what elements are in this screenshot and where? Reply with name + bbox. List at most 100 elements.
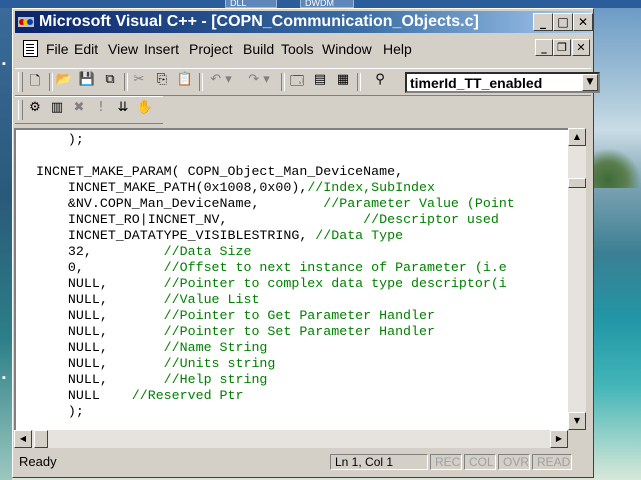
code-line[interactable]: 32, //Data Size: [36, 244, 515, 260]
code-line[interactable]: &NV.COPN_Man_DeviceName, //Parameter Val…: [36, 196, 515, 212]
copy-button[interactable]: ⎘: [151, 72, 173, 94]
desktop-window-tab-dwdm[interactable]: DWDM: [300, 0, 354, 8]
desktop-wallpaper-right: [594, 8, 641, 480]
vertical-scroll-thumb[interactable]: [568, 178, 586, 188]
cursor-position: Ln 1, Col 1: [330, 454, 428, 470]
code-comment: //Descriptor used: [363, 212, 499, 227]
title-bar[interactable]: Microsoft Visual C++ - [COPN_Communicati…: [15, 11, 593, 33]
code-text: INCNET_MAKE_PATH(0x1008,0x00),: [36, 180, 308, 195]
code-line[interactable]: NULL, //Name String: [36, 340, 515, 356]
menu-tools[interactable]: Tools: [281, 41, 314, 57]
stop-build-button[interactable]: ✖: [68, 100, 90, 122]
menu-build[interactable]: Build: [243, 41, 274, 57]
code-text: );: [36, 132, 84, 147]
status-message: Ready: [19, 454, 57, 469]
horizontal-scrollbar[interactable]: ◀ ▶: [14, 430, 568, 448]
toolbar-grip[interactable]: [18, 100, 23, 120]
save-all-icon: ⧉: [105, 72, 115, 87]
output-window-icon: ▤: [313, 72, 327, 87]
save-all-button[interactable]: ⧉: [99, 72, 121, 94]
execute-button[interactable]: !: [90, 100, 112, 122]
combo-value: timerId_TT_enabled: [410, 75, 543, 91]
menu-view[interactable]: View: [108, 41, 138, 57]
code-text: NULL,: [36, 372, 164, 387]
doc-restore-button[interactable]: ❐: [553, 39, 571, 56]
code-line[interactable]: INCNET_DATATYPE_VISIBLESTRING, //Data Ty…: [36, 228, 515, 244]
code-comment: //Pointer to Get Parameter Handler: [163, 308, 435, 323]
scroll-right-button[interactable]: ▶: [550, 430, 568, 448]
code-comment: //Data Size: [163, 244, 252, 259]
undo-button[interactable]: ↶ ▾: [203, 72, 239, 94]
cut-button[interactable]: ✂: [128, 72, 150, 94]
maximize-icon: □: [557, 15, 569, 29]
code-line[interactable]: NULL, //Value List: [36, 292, 515, 308]
code-line[interactable]: INCNET_RO|INCNET_NV, //Descriptor used: [36, 212, 515, 228]
code-line[interactable]: [36, 148, 515, 164]
scroll-up-button[interactable]: ▲: [568, 128, 586, 146]
code-line[interactable]: NULL, //Pointer to Set Parameter Handler: [36, 324, 515, 340]
find-in-files-button[interactable]: ⚲: [369, 72, 391, 94]
window-list-button[interactable]: ▦: [332, 72, 354, 94]
new-text-file-button[interactable]: 🗋: [24, 72, 46, 94]
minimize-button[interactable]: _: [533, 13, 553, 31]
code-line[interactable]: 0, //Offset to next instance of Paramete…: [36, 260, 515, 276]
scroll-down-button[interactable]: ▼: [568, 412, 586, 430]
vertical-scrollbar[interactable]: ▲ ▼: [568, 128, 586, 430]
workspace-button[interactable]: 🗔: [286, 72, 308, 94]
build-button[interactable]: ▥: [46, 100, 68, 122]
code-line[interactable]: INCNET_MAKE_PARAM( COPN_Object_Man_Devic…: [36, 164, 515, 180]
toolbar-grip[interactable]: [18, 72, 23, 92]
doc-minimize-button[interactable]: _: [535, 39, 553, 56]
go-icon: ⇊: [117, 100, 129, 115]
class-member-combo[interactable]: timerId_TT_enabled ▼: [405, 72, 600, 93]
code-line[interactable]: );: [36, 404, 515, 420]
breakpoint-button[interactable]: ✋: [134, 100, 156, 122]
doc-close-button[interactable]: ✕: [572, 39, 590, 56]
source-code[interactable]: ); INCNET_MAKE_PARAM( COPN_Object_Man_De…: [36, 132, 515, 420]
desktop-icon-fragment[interactable]: ▪: [2, 58, 6, 70]
menu-edit[interactable]: Edit: [74, 41, 98, 57]
arrow-down-icon: ▼: [573, 416, 581, 425]
combo-dropdown-button[interactable]: ▼: [582, 74, 598, 91]
standard-toolbar: 🗋 📂 💾 ⧉ ✂ ⎘ 📋 ↶ ▾ ↷ ▾ 🗔 ▤ ▦ ⚲ timerId_TT…: [15, 68, 600, 96]
menu-project[interactable]: Project: [189, 41, 233, 57]
indicator-rec: REC: [430, 454, 462, 470]
menu-window[interactable]: Window: [322, 41, 372, 57]
desktop-window-tab-dll[interactable]: DLL: [225, 0, 277, 8]
menu-file[interactable]: File: [46, 41, 69, 57]
open-button[interactable]: 📂: [53, 72, 75, 94]
code-comment: //Pointer to Set Parameter Handler: [163, 324, 435, 339]
code-line[interactable]: INCNET_MAKE_PATH(0x1008,0x00),//Index,Su…: [36, 180, 515, 196]
open-folder-icon: 📂: [55, 72, 73, 87]
code-comment: //Parameter Value (Point: [323, 196, 515, 211]
redo-button[interactable]: ↷ ▾: [241, 72, 277, 94]
code-line[interactable]: NULL, //Pointer to complex data type des…: [36, 276, 515, 292]
horizontal-scroll-thumb[interactable]: [34, 430, 48, 448]
code-text: INCNET_RO|INCNET_NV,: [36, 212, 364, 227]
close-button[interactable]: ✕: [573, 13, 593, 31]
new-file-icon: 🗋: [29, 74, 41, 89]
build-icon: ▥: [50, 100, 64, 115]
code-line[interactable]: NULL, //Help string: [36, 372, 515, 388]
code-editor[interactable]: ); INCNET_MAKE_PARAM( COPN_Object_Man_De…: [14, 128, 568, 430]
paste-button[interactable]: 📋: [174, 72, 196, 94]
code-line[interactable]: NULL, //Units string: [36, 356, 515, 372]
document-icon[interactable]: [23, 40, 38, 57]
maximize-button[interactable]: □: [553, 13, 573, 31]
compile-button[interactable]: ⚙: [24, 100, 46, 122]
code-line[interactable]: NULL //Reserved Ptr: [36, 388, 515, 404]
code-line[interactable]: );: [36, 132, 515, 148]
code-line[interactable]: NULL, //Pointer to Get Parameter Handler: [36, 308, 515, 324]
code-comment: //Reserved Ptr: [131, 388, 244, 403]
scroll-left-button[interactable]: ◀: [14, 430, 32, 448]
save-button[interactable]: 💾: [76, 72, 98, 94]
desktop-icon-fragment[interactable]: ▪: [2, 372, 6, 384]
go-button[interactable]: ⇊: [112, 100, 134, 122]
menu-help[interactable]: Help: [383, 41, 412, 57]
desktop-wallpaper-left: [0, 8, 12, 480]
menu-insert[interactable]: Insert: [144, 41, 179, 57]
output-button[interactable]: ▤: [309, 72, 331, 94]
hand-icon: ✋: [136, 100, 154, 115]
code-text: );: [36, 404, 84, 419]
code-comment: //Help string: [163, 372, 268, 387]
